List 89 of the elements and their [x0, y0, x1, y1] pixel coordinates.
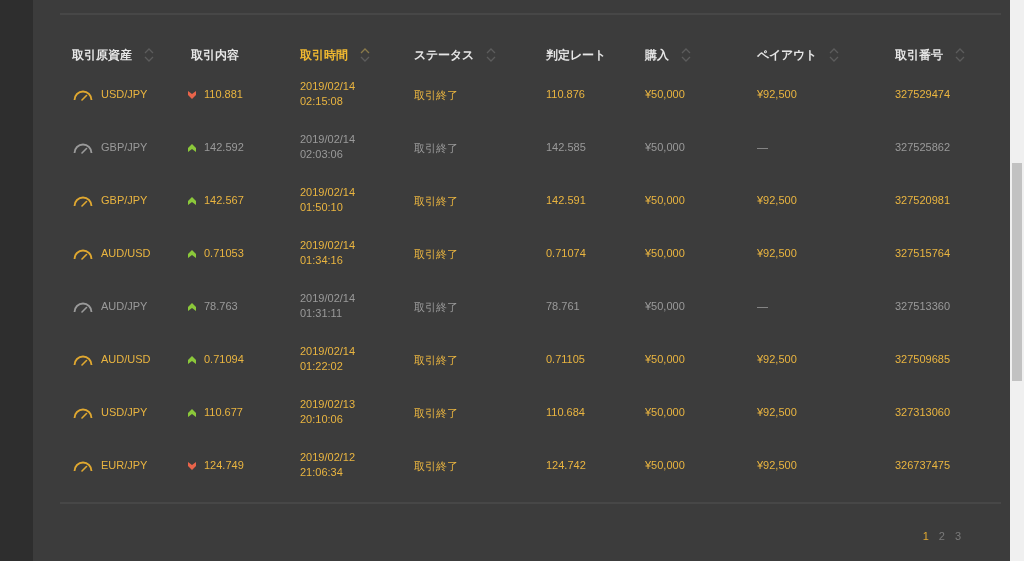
table-cell: 取引終了 — [414, 88, 458, 103]
table-cell: — — [757, 300, 768, 312]
table-cell: 取引終了 — [414, 459, 458, 474]
table-cell: USD/JPY — [101, 88, 148, 100]
table-cell: 110.876 — [546, 88, 585, 100]
column-header: 判定レート — [546, 46, 606, 64]
table-cell: AUD/USD — [101, 353, 151, 365]
table-cell: ¥50,000 — [645, 406, 685, 418]
table-cell: 124.749 — [204, 459, 244, 471]
table-cell: 327313060 — [895, 406, 951, 418]
table-cell: ¥50,000 — [645, 88, 685, 100]
table-cell: 01:50:10 — [300, 201, 343, 213]
table-cell: 78.761 — [546, 300, 580, 312]
table-cell: 0.71074 — [546, 247, 586, 259]
scrollbar[interactable] — [1010, 0, 1024, 561]
sort-icon — [486, 47, 496, 63]
table-cell: 2019/02/14 — [300, 292, 356, 304]
table-cell: 0.71094 — [204, 353, 244, 365]
table-cell: 取引終了 — [414, 300, 458, 315]
table-cell: 取引終了 — [414, 141, 458, 156]
table-cell: ¥50,000 — [645, 459, 685, 471]
table-cell: 20:10:06 — [300, 413, 343, 425]
table-cell: 327513360 — [895, 300, 951, 312]
table-cell: 327525862 — [895, 141, 951, 153]
table-cell: AUD/USD — [101, 247, 151, 259]
table-cell: ¥92,500 — [757, 353, 797, 365]
table-cell: 01:31:11 — [300, 307, 342, 319]
table-cell: 142.592 — [204, 141, 244, 153]
column-header[interactable]: ペイアウト — [757, 46, 839, 64]
table-cell: 2019/02/14 — [300, 345, 356, 357]
scrollbar-thumb[interactable] — [1012, 163, 1022, 381]
table-cell: 01:22:02 — [300, 360, 343, 372]
table-cell: 78.763 — [204, 300, 238, 312]
table-cell: GBP/JPY — [101, 141, 148, 153]
table-cell: 124.742 — [546, 459, 586, 471]
table-cell: 2019/02/12 — [300, 451, 356, 463]
table-cell: ¥92,500 — [757, 194, 797, 206]
table-cell: ¥50,000 — [645, 353, 685, 365]
table-cell: 142.591 — [546, 194, 586, 206]
sort-icon — [829, 47, 839, 63]
table-cell: USD/JPY — [101, 406, 148, 418]
table-cell: ¥92,500 — [757, 459, 797, 471]
table-cell: 110.881 — [204, 88, 243, 100]
table-cell: ¥50,000 — [645, 300, 685, 312]
table-cell: 327520981 — [895, 194, 951, 206]
table-cell: 142.567 — [204, 194, 244, 206]
sort-icon — [681, 47, 691, 63]
table-cell: 取引終了 — [414, 194, 458, 209]
table-cell: 01:34:16 — [300, 254, 343, 266]
table-cell: 2019/02/14 — [300, 133, 356, 145]
table-cell: 02:03:06 — [300, 148, 343, 160]
table-cell: 0.71105 — [546, 353, 585, 365]
table-cell: 110.677 — [204, 406, 243, 418]
table-cell: ¥50,000 — [645, 141, 685, 153]
column-header[interactable]: 取引時間 — [300, 46, 370, 64]
table-cell: AUD/JPY — [101, 300, 148, 312]
table-cell: 0.71053 — [204, 247, 244, 259]
table-cell: 2019/02/13 — [300, 398, 356, 410]
table-cell: 327509685 — [895, 353, 951, 365]
table-cell: EUR/JPY — [101, 459, 148, 471]
table-cell: — — [757, 141, 768, 153]
table-cell: ¥50,000 — [645, 247, 685, 259]
table-cell: 326737475 — [895, 459, 951, 471]
table-cell: 110.684 — [546, 406, 585, 418]
column-header[interactable]: 購入 — [645, 46, 691, 64]
table-cell: 2019/02/14 — [300, 80, 356, 92]
table-cell: 取引終了 — [414, 353, 458, 368]
column-header[interactable]: 取引原資産 — [72, 46, 154, 64]
table-cell: ¥92,500 — [757, 406, 797, 418]
table-cell: 21:06:34 — [300, 466, 343, 478]
table-cell: GBP/JPY — [101, 194, 148, 206]
table-cell: 2019/02/14 — [300, 186, 356, 198]
table-cell: ¥92,500 — [757, 88, 797, 100]
sort-icon — [360, 47, 370, 63]
table-cell: ¥50,000 — [645, 194, 685, 206]
column-header[interactable]: ステータス — [414, 46, 496, 64]
sort-icon — [144, 47, 154, 63]
column-header: 取引内容 — [191, 46, 239, 64]
table-cell: 327529474 — [895, 88, 951, 100]
table-cell: 取引終了 — [414, 406, 458, 421]
table-cell: 2019/02/14 — [300, 239, 356, 251]
column-header[interactable]: 取引番号 — [895, 46, 965, 64]
page-link[interactable]: 1 — [922, 530, 929, 542]
table-cell: 取引終了 — [414, 247, 458, 262]
sort-icon — [955, 47, 965, 63]
table-cell: ¥92,500 — [757, 247, 797, 259]
table-cell: 327515764 — [895, 247, 951, 259]
table-cell: 142.585 — [546, 141, 586, 153]
table-cell: 02:15:08 — [300, 95, 343, 107]
